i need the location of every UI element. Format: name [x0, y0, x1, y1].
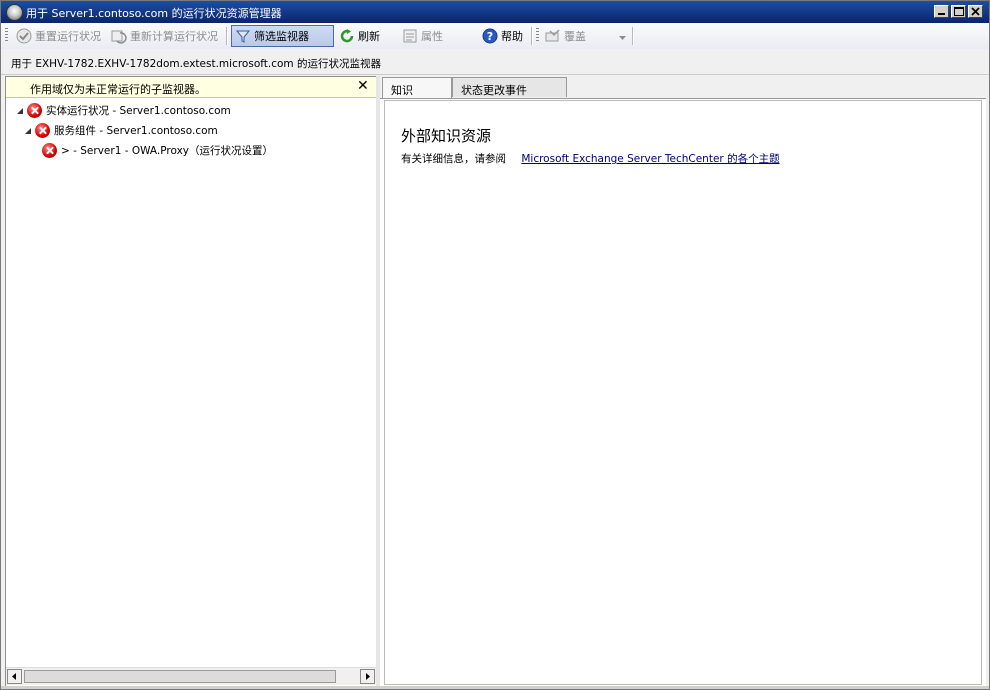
window-title: 用于 Server1.contoso.com 的运行状况资源管理器	[26, 7, 282, 20]
override-dropdown-button[interactable]: 覆盖	[542, 25, 632, 47]
window-bottom-edge	[1, 686, 989, 689]
monitor-info-text: 用于 EXHV-1782.EXHV-1782dom.extest.microso…	[11, 58, 381, 70]
tree-node-label: 实体运行状况 - Server1.contoso.com	[46, 104, 231, 117]
close-icon[interactable]: ✕	[357, 78, 369, 94]
knowledge-content: 外部知识资源 有关详细信息，请参阅 Microsoft Exchange Ser…	[384, 100, 982, 685]
refresh-icon	[339, 28, 355, 44]
error-status-icon	[35, 122, 50, 138]
app-window: 用于 Server1.contoso.com 的运行状况资源管理器 重置运行状况…	[0, 0, 990, 690]
scope-notification-bar: 作用域仅为未正常运行的子监视器。 ✕	[6, 77, 376, 98]
knowledge-text: 有关详细信息，请参阅	[401, 153, 506, 165]
refresh-label: 刷新	[358, 30, 380, 43]
chevron-down-icon	[619, 30, 626, 43]
details-pane: 知识 状态更改事件 外部知识资源 有关详细信息，请参阅 Microsoft Ex…	[380, 76, 986, 686]
help-button[interactable]: ? 帮助	[479, 25, 526, 47]
help-label: 帮助	[501, 30, 523, 43]
filter-monitors-label: 筛选监视器	[254, 30, 309, 43]
toolbar-separator	[226, 27, 228, 45]
close-window-button[interactable]	[968, 5, 983, 18]
tab-state-change-events[interactable]: 状态更改事件	[452, 77, 567, 97]
properties-icon	[402, 28, 418, 44]
scrollbar-thumb[interactable]	[24, 670, 336, 683]
svg-text:?: ?	[487, 30, 493, 43]
toolbar-separator	[632, 27, 634, 45]
title-bar: 用于 Server1.contoso.com 的运行状况资源管理器	[1, 1, 989, 23]
reset-health-button[interactable]: 重置运行状况	[13, 25, 104, 47]
reset-health-label: 重置运行状况	[35, 30, 101, 43]
expanded-triangle-icon[interactable]	[24, 126, 32, 134]
scroll-left-arrow-icon[interactable]	[7, 669, 22, 684]
details-tab-strip: 知识 状态更改事件	[380, 76, 986, 99]
properties-button[interactable]: 属性	[399, 25, 446, 47]
filter-funnel-icon	[235, 28, 251, 44]
scope-notification-text: 作用域仅为未正常运行的子监视器。	[30, 83, 206, 96]
tab-label: 状态更改事件	[461, 84, 527, 97]
tree-node-label: 服务组件 - Server1.contoso.com	[54, 124, 218, 137]
tree-node-owa-proxy[interactable]: > - Server1 - OWA.Proxy（运行状况设置）	[42, 141, 273, 159]
horizontal-scrollbar[interactable]	[6, 667, 376, 685]
minimize-button[interactable]	[934, 5, 949, 18]
tree-node-service-component[interactable]: 服务组件 - Server1.contoso.com	[24, 121, 218, 139]
expanded-triangle-icon[interactable]	[16, 106, 24, 114]
reset-check-icon	[16, 28, 32, 44]
recalculate-icon	[111, 28, 127, 44]
tab-label: 知识	[391, 84, 413, 97]
recalculate-health-label: 重新计算运行状况	[130, 30, 218, 43]
override-label: 覆盖	[564, 30, 586, 43]
knowledge-paragraph: 有关详细信息，请参阅 Microsoft Exchange Server Tec…	[401, 151, 780, 166]
override-icon	[545, 28, 561, 44]
toolbar: 重置运行状况 重新计算运行状况 筛选监视器 刷新 属性 ? 帮助 覆盖	[1, 23, 989, 50]
toolbar-grip[interactable]	[536, 28, 539, 43]
maximize-button[interactable]	[951, 5, 966, 18]
toolbar-grip[interactable]	[5, 28, 8, 43]
error-status-icon	[27, 102, 42, 118]
tab-knowledge[interactable]: 知识	[382, 77, 452, 98]
help-icon: ?	[482, 28, 498, 44]
knowledge-heading: 外部知识资源	[401, 127, 492, 145]
monitor-info-bar: 用于 EXHV-1782.EXHV-1782dom.extest.microso…	[1, 49, 989, 75]
toolbar-separator	[531, 27, 533, 45]
app-icon[interactable]	[6, 4, 23, 21]
monitor-tree-pane: 作用域仅为未正常运行的子监视器。 ✕ 实体运行状况 - Server1.cont…	[5, 76, 377, 688]
scroll-right-arrow-icon[interactable]	[360, 669, 375, 684]
properties-label: 属性	[421, 30, 443, 43]
filter-monitors-button[interactable]: 筛选监视器	[231, 25, 334, 47]
recalculate-health-button[interactable]: 重新计算运行状况	[108, 25, 221, 47]
error-status-icon	[42, 142, 57, 158]
tree-node-entity-health[interactable]: 实体运行状况 - Server1.contoso.com	[16, 101, 231, 119]
refresh-button[interactable]: 刷新	[336, 25, 383, 47]
tree-node-label: > - Server1 - OWA.Proxy（运行状况设置）	[61, 144, 274, 157]
techcenter-link[interactable]: Microsoft Exchange Server TechCenter 的各个…	[521, 153, 779, 165]
